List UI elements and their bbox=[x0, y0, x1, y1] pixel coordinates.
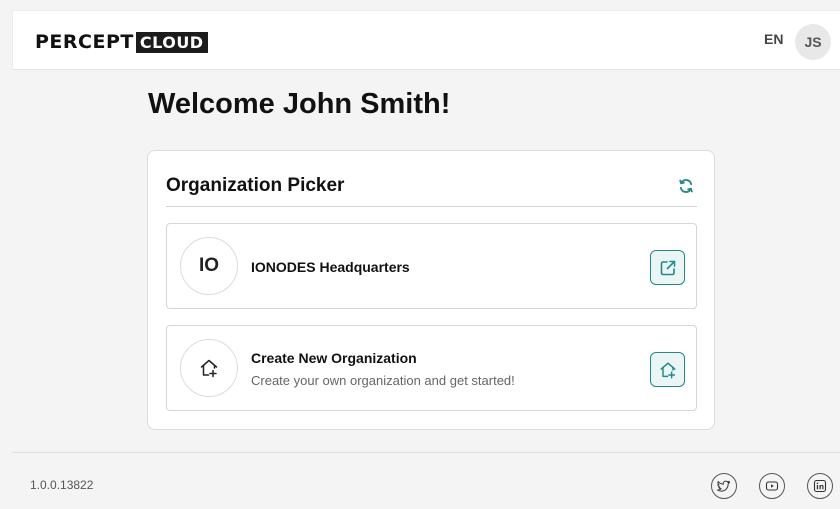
logo-badge: CLOUD bbox=[135, 31, 208, 53]
refresh-icon[interactable] bbox=[678, 178, 694, 194]
youtube-icon[interactable] bbox=[759, 473, 785, 499]
footer: 1.0.0.13822 bbox=[12, 452, 840, 509]
open-organization-button[interactable] bbox=[650, 250, 685, 285]
language-selector[interactable]: EN bbox=[764, 31, 783, 47]
app-version: 1.0.0.13822 bbox=[30, 478, 94, 492]
create-organization-card[interactable]: Create New Organization Create your own … bbox=[166, 325, 697, 411]
picker-title: Organization Picker bbox=[166, 175, 345, 196]
linkedin-icon[interactable] bbox=[807, 473, 833, 499]
organization-picker-card: Organization Picker IO IONODES Headquart… bbox=[147, 150, 715, 430]
logo[interactable]: PERCEPT CLOUD bbox=[35, 31, 208, 53]
divider bbox=[166, 206, 697, 207]
organization-avatar: IO bbox=[180, 237, 238, 295]
top-bar: PERCEPT CLOUD EN JS bbox=[12, 10, 840, 70]
logo-wordmark: PERCEPT bbox=[35, 31, 134, 53]
organization-name: IONODES Headquarters bbox=[251, 259, 410, 275]
home-plus-icon bbox=[659, 361, 676, 378]
external-link-icon bbox=[660, 260, 675, 275]
create-organization-button[interactable] bbox=[650, 352, 685, 387]
home-plus-icon bbox=[180, 339, 238, 397]
twitter-icon[interactable] bbox=[711, 473, 737, 499]
create-organization-title: Create New Organization bbox=[251, 350, 417, 366]
user-avatar[interactable]: JS bbox=[795, 24, 831, 60]
organization-card-ionodes[interactable]: IO IONODES Headquarters bbox=[166, 223, 697, 309]
create-organization-subtitle: Create your own organization and get sta… bbox=[251, 373, 515, 388]
page-title: Welcome John Smith! bbox=[148, 88, 451, 120]
